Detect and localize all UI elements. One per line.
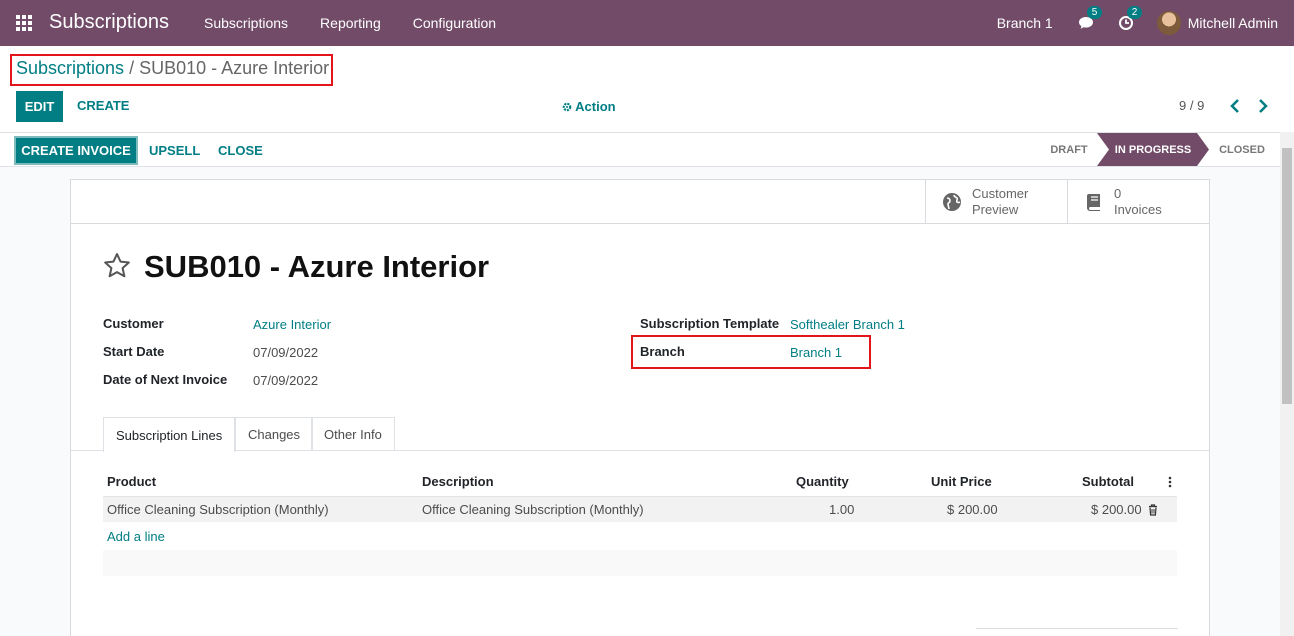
form-sheet: Customer Preview 0 Invoices SUB010 - Azu… <box>70 179 1210 636</box>
book-icon <box>1087 193 1100 211</box>
create-button[interactable]: CREATE <box>77 98 129 113</box>
vertical-scrollbar[interactable] <box>1280 132 1294 636</box>
trash-icon[interactable] <box>1148 504 1158 516</box>
close-button[interactable]: CLOSE <box>218 143 263 158</box>
totals-divider <box>976 628 1178 629</box>
customer-label: Customer <box>103 316 164 331</box>
column-header-product[interactable]: Product <box>107 474 156 489</box>
tab-subscription-lines[interactable]: Subscription Lines <box>103 417 236 452</box>
next-invoice-date-label: Date of Next Invoice <box>103 372 228 387</box>
activities-count-badge: 2 <box>1126 6 1143 19</box>
empty-row <box>103 550 1177 576</box>
subscription-template-field[interactable]: Softhealer Branch 1 <box>790 317 905 332</box>
smart-button-box: Customer Preview 0 Invoices <box>71 180 1209 224</box>
star-icon[interactable] <box>102 251 132 281</box>
optional-columns-icon[interactable] <box>1167 476 1173 488</box>
user-avatar[interactable] <box>1156 11 1181 35</box>
next-invoice-date-field[interactable]: 07/09/2022 <box>253 373 318 388</box>
breadcrumb-highlight-box <box>10 54 333 86</box>
chevron-right-icon[interactable] <box>1256 98 1270 114</box>
messages-count-badge: 5 <box>1086 6 1103 19</box>
customer-preview-button[interactable]: Customer Preview <box>925 180 1068 223</box>
invoices-button[interactable]: 0 Invoices <box>1067 180 1210 223</box>
cell-product[interactable]: Office Cleaning Subscription (Monthly) <box>107 502 329 517</box>
tab-changes[interactable]: Changes <box>235 417 314 451</box>
customer-field[interactable]: Azure Interior <box>253 317 331 332</box>
main-menu: Subscriptions Reporting Configuration <box>188 0 512 46</box>
create-invoice-button[interactable]: CREATE INVOICE <box>14 136 138 165</box>
navbar-systray: Branch 1 5 2 Mitchell Admin <box>997 0 1294 46</box>
notebook-tabs: Subscription Lines Changes Other Info <box>71 417 1209 452</box>
stage-closed[interactable]: CLOSED <box>1208 133 1276 166</box>
tab-other-info[interactable]: Other Info <box>311 417 395 451</box>
scrollbar-thumb[interactable] <box>1282 148 1292 404</box>
subscription-template-label: Subscription Template <box>640 316 780 331</box>
stage-in-progress[interactable]: IN PROGRESS <box>1097 133 1209 166</box>
edit-button[interactable]: EDIT <box>16 91 63 122</box>
top-navbar: Subscriptions Subscriptions Reporting Co… <box>0 0 1294 46</box>
add-line-link[interactable]: Add a line <box>107 529 165 544</box>
customer-preview-label-1: Customer <box>972 185 1029 201</box>
upsell-button[interactable]: UPSELL <box>149 143 200 158</box>
pager-value[interactable]: 9 / 9 <box>1179 98 1204 113</box>
action-label: Action <box>575 99 616 114</box>
column-header-unit-price[interactable]: Unit Price <box>931 474 992 489</box>
start-date-label: Start Date <box>103 344 165 359</box>
customer-preview-label-2: Preview <box>972 201 1019 217</box>
gear-icon <box>562 102 572 112</box>
apps-menu-icon[interactable] <box>16 15 34 31</box>
activities-clock-icon[interactable]: 2 <box>1117 6 1143 32</box>
branch-switcher[interactable]: Branch 1 <box>997 15 1053 31</box>
column-header-subtotal[interactable]: Subtotal <box>1082 474 1134 489</box>
invoices-count: 0 <box>1114 185 1122 201</box>
messages-icon[interactable]: 5 <box>1077 6 1103 32</box>
branch-highlight-box <box>631 335 871 369</box>
menu-item-configuration[interactable]: Configuration <box>397 15 512 31</box>
form-statusbar: CREATE INVOICE UPSELL CLOSE DRAFT IN PRO… <box>0 132 1280 167</box>
cell-quantity[interactable]: 1.00 <box>829 502 854 517</box>
record-title: SUB010 - Azure Interior <box>144 249 490 284</box>
user-menu[interactable]: Mitchell Admin <box>1188 15 1278 31</box>
column-header-description[interactable]: Description <box>422 474 494 489</box>
cell-unit-price[interactable]: $ 200.00 <box>947 502 998 517</box>
start-date-field[interactable]: 07/09/2022 <box>253 345 318 360</box>
cell-subtotal: $ 200.00 <box>1091 502 1142 517</box>
chevron-left-icon[interactable] <box>1228 98 1242 114</box>
column-header-quantity[interactable]: Quantity <box>796 474 849 489</box>
invoices-label: Invoices <box>1114 201 1162 217</box>
app-brand[interactable]: Subscriptions <box>49 11 169 34</box>
globe-icon <box>943 192 961 211</box>
stage-draft[interactable]: DRAFT <box>1040 133 1098 166</box>
cell-description[interactable]: Office Cleaning Subscription (Monthly) <box>422 502 644 517</box>
menu-item-subscriptions[interactable]: Subscriptions <box>188 15 304 31</box>
action-dropdown[interactable]: Action <box>562 99 616 114</box>
menu-item-reporting[interactable]: Reporting <box>304 15 397 31</box>
